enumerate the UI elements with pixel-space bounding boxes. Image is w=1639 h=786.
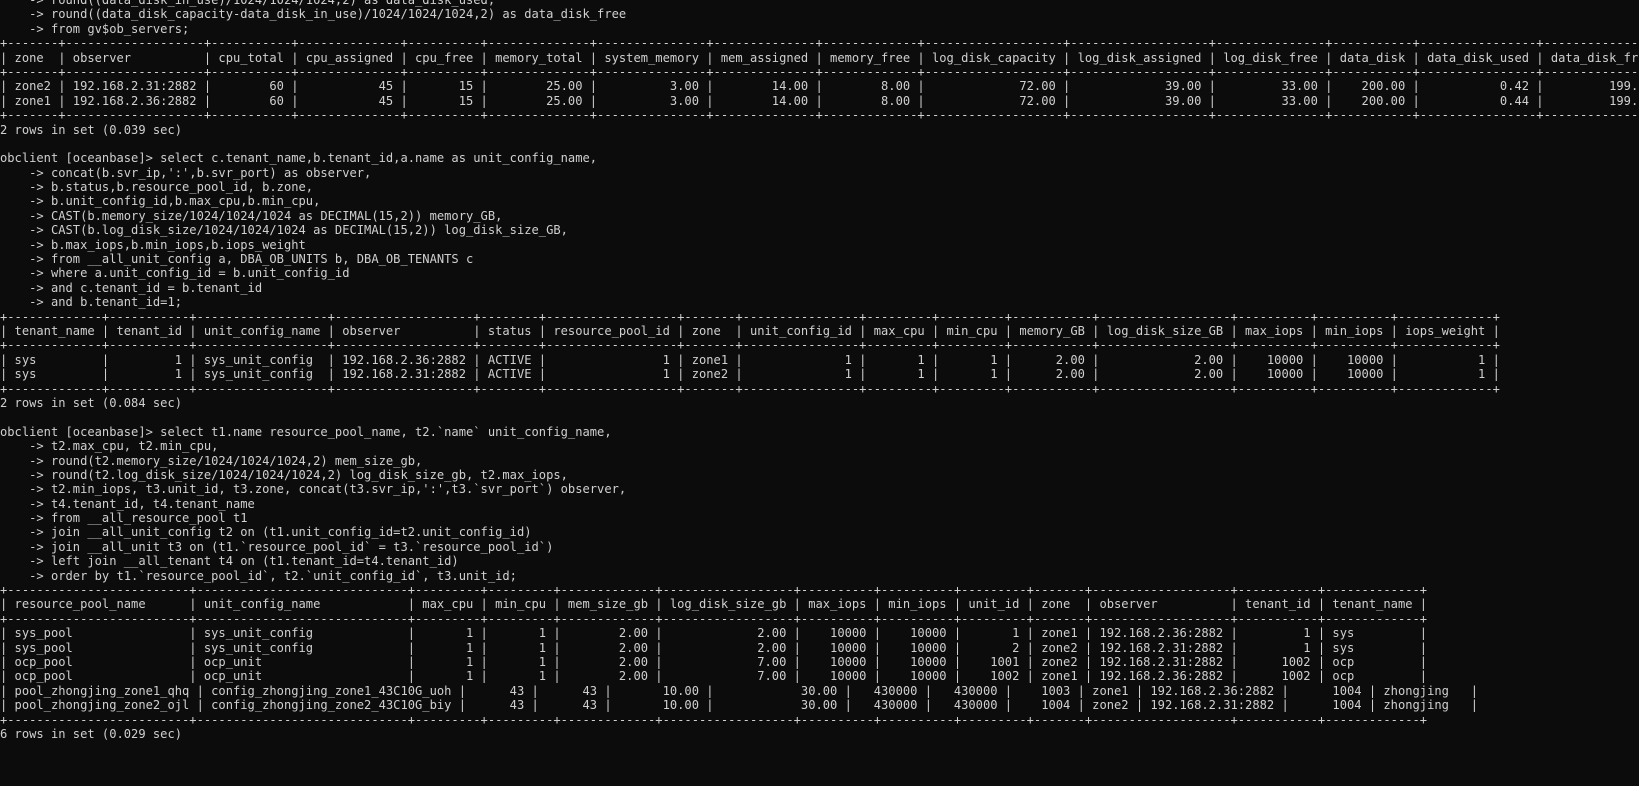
table-row-line: | resource_pool_name | unit_config_name … xyxy=(0,597,1428,612)
continuation-line: -> join __all_unit_config t2 on (t1.unit… xyxy=(0,525,532,540)
continuation-line: -> CAST(b.log_disk_size/1024/1024/1024 a… xyxy=(0,223,568,238)
table-row-line: | sys_pool | sys_unit_config | 1 | 1 | 2… xyxy=(0,626,1428,641)
terminal-output: -> round((data_disk_in_use)/1024/1024/10… xyxy=(0,0,1639,756)
continuation-line: -> round((data_disk_capacity-data_disk_i… xyxy=(0,7,627,22)
table-row-line: | sys_pool | sys_unit_config | 1 | 1 | 2… xyxy=(0,640,1428,655)
result-summary-line: 6 rows in set (0.029 sec) xyxy=(0,726,183,741)
continuation-line: -> order by t1.`resource_pool_id`, t2.`u… xyxy=(0,568,517,583)
continuation-line: -> t4.tenant_id, t4.tenant_name xyxy=(0,496,255,511)
table-row-line: | ocp_pool | ocp_unit | 1 | 1 | 2.00 | 7… xyxy=(0,669,1428,684)
table-row-line: | zone1 | 192.168.2.36:2882 | 60 | 45 | … xyxy=(0,93,1639,108)
continuation-line: -> concat(b.svr_ip,':',b.svr_port) as ob… xyxy=(0,165,372,180)
continuation-line: -> b.max_iops,b.min_iops,b.iops_weight xyxy=(0,237,306,252)
table-row-line: | ocp_pool | ocp_unit | 1 | 1 | 2.00 | 7… xyxy=(0,654,1428,669)
table-border-line: +-------------------------+-------------… xyxy=(0,583,1428,598)
continuation-line: -> where a.unit_config_id = b.unit_confi… xyxy=(0,266,350,281)
table-row-line: | tenant_name | tenant_id | unit_config_… xyxy=(0,323,1500,338)
table-row-line: | pool_zhongjing_zone2_ojl | config_zhon… xyxy=(0,698,1479,713)
continuation-line: -> CAST(b.memory_size/1024/1024/1024 as … xyxy=(0,208,503,223)
table-border-line: +-------------+-----------+-------------… xyxy=(0,381,1500,396)
continuation-line: -> t2.max_cpu, t2.min_cpu, xyxy=(0,439,219,454)
continuation-line: -> join __all_unit t3 on (t1.`resource_p… xyxy=(0,539,554,554)
continuation-line: -> b.status,b.resource_pool_id, b.zone, xyxy=(0,180,314,195)
result-summary-line: 2 rows in set (0.039 sec) xyxy=(0,122,183,137)
continuation-line: -> round((data_disk_in_use)/1024/1024/10… xyxy=(0,0,496,7)
continuation-line: -> from __all_unit_config a, DBA_OB_UNIT… xyxy=(0,252,474,267)
table-border-line: +-------------------------+-------------… xyxy=(0,712,1428,727)
continuation-line: -> left join __all_tenant t4 on (t1.tena… xyxy=(0,554,459,569)
prompt-line: obclient [oceanbase]> select t1.name res… xyxy=(0,424,612,439)
table-row-line: | sys | 1 | sys_unit_config | 192.168.2.… xyxy=(0,367,1500,382)
table-border-line: +-------+-------------------+-----------… xyxy=(0,36,1639,51)
table-row-line: | sys | 1 | sys_unit_config | 192.168.2.… xyxy=(0,352,1500,367)
continuation-line: -> from gv$ob_servers; xyxy=(0,21,190,36)
result-summary-line: 2 rows in set (0.084 sec) xyxy=(0,395,183,410)
table-border-line: +-------------------------+-------------… xyxy=(0,611,1428,626)
terminal-window[interactable]: -> round((data_disk_in_use)/1024/1024/10… xyxy=(0,0,1639,786)
continuation-line: -> and c.tenant_id = b.tenant_id xyxy=(0,280,263,295)
table-border-line: +-------------+-----------+-------------… xyxy=(0,338,1500,353)
table-row-line: | pool_zhongjing_zone1_qhq | config_zhon… xyxy=(0,683,1479,698)
continuation-line: -> and b.tenant_id=1; xyxy=(0,295,183,310)
continuation-line: -> b.unit_config_id,b.max_cpu,b.min_cpu, xyxy=(0,194,321,209)
table-border-line: +-------------+-----------+-------------… xyxy=(0,309,1500,324)
continuation-line: -> t2.min_iops, t3.unit_id, t3.zone, con… xyxy=(0,482,627,497)
continuation-line: -> round(t2.log_disk_size/1024/1024/1024… xyxy=(0,467,568,482)
table-border-line: +-------+-------------------+-----------… xyxy=(0,64,1639,79)
table-border-line: +-------+-------------------+-----------… xyxy=(0,108,1639,123)
prompt-line: obclient [oceanbase]> select c.tenant_na… xyxy=(0,151,598,166)
continuation-line: -> round(t2.memory_size/1024/1024/1024,2… xyxy=(0,453,423,468)
table-row-line: | zone | observer | cpu_total | cpu_assi… xyxy=(0,50,1639,65)
table-row-line: | zone2 | 192.168.2.31:2882 | 60 | 45 | … xyxy=(0,79,1639,94)
continuation-line: -> from __all_resource_pool t1 xyxy=(0,511,248,526)
